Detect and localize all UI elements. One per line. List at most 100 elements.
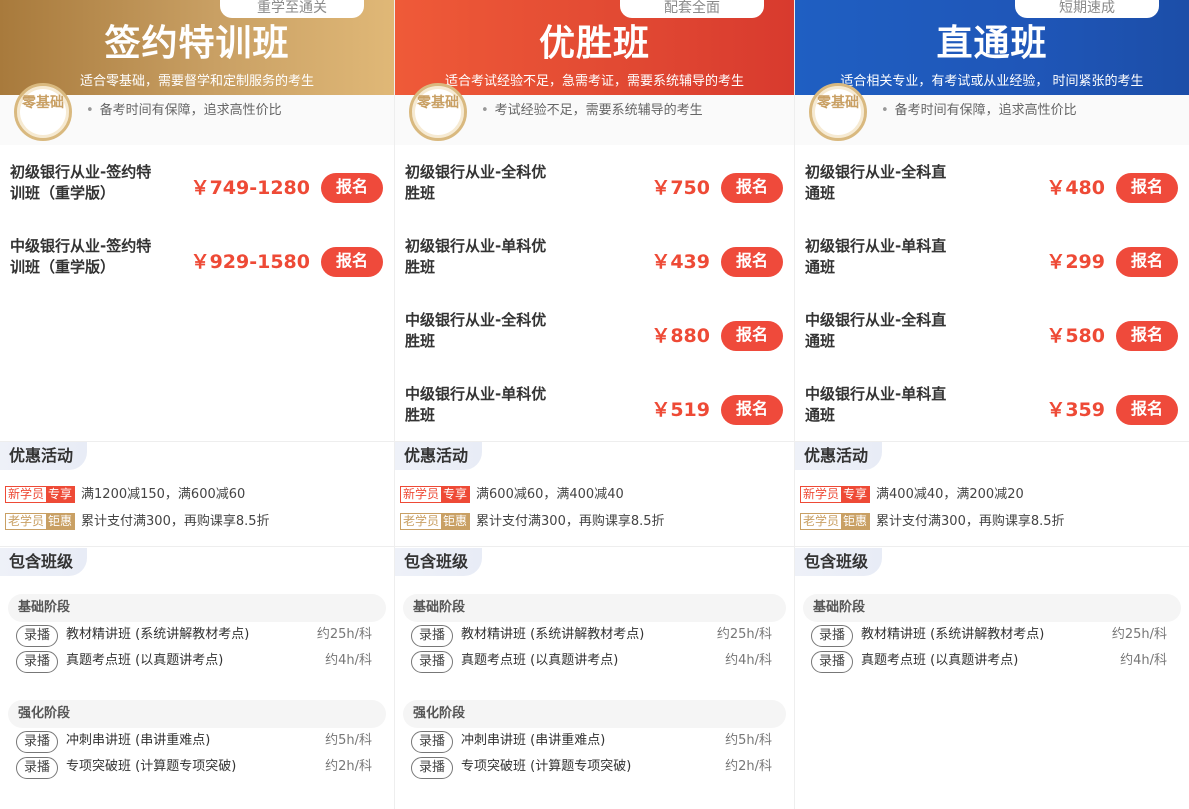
class-item: 录播 真题考点班 (以真题讲考点) 约4h/科 [403,648,786,674]
included-classes: 包含班级 基础阶段 录播 教材精讲班 (系统讲解教材考点) 约25h/科 录播 … [395,548,794,809]
class-name: 真题考点班 (以真题讲考点) [66,653,224,668]
course-price: ￥359 [1046,399,1105,421]
package-ribbon: 重学至通关 [220,0,364,18]
package-intro: 零基础 备考时间有保障，追求高性价比 [795,83,1189,145]
promo-title: 优惠活动 [795,442,883,470]
included-title: 包含班级 [395,548,483,576]
intro-text: 考试经验不足，需要系统辅导的考生 [481,99,703,118]
promo-old-student: 老学员 钜惠 累计支付满300，再购课享8.5折 [400,513,665,531]
class-item: 录播 冲刺串讲班 (串讲重难点) 约5h/科 [8,728,386,754]
class-name: 教材精讲班 (系统讲解教材考点) [66,627,250,642]
class-hours: 约2h/科 [725,759,772,774]
zero-basis-badge-icon: 零基础 [409,83,467,141]
new-student-tag: 新学员 专享 [5,486,76,503]
class-hours: 约25h/科 [316,627,372,642]
course-name: 初级银行从业-签约特训班（重学版） [10,163,152,202]
course-price: ￥750 [651,177,710,199]
included-classes: 包含班级 基础阶段 录播 教材精讲班 (系统讲解教材考点) 约25h/科 录播 … [795,548,1189,809]
recorded-tag: 录播 [16,757,58,779]
stage-group: 强化阶段 录播 冲刺串讲班 (串讲重难点) 约5h/科 录播 专项突破班 (计算… [403,700,786,780]
recorded-tag: 录播 [811,625,853,647]
class-item: 录播 真题考点班 (以真题讲考点) 约4h/科 [803,648,1181,674]
recorded-tag: 录播 [411,651,453,673]
promo-section: 优惠活动 新学员 专享 满600减60，满400减40 老学员 钜惠 累计支付满300，… [395,441,794,547]
course-price: ￥880 [651,325,710,347]
course-list: 初级银行从业-全科直通班 ￥480 报名 初级银行从业-单科直通班 ￥299 报… [795,145,1189,441]
course-price: ￥480 [1046,177,1105,199]
zero-basis-badge-icon: 零基础 [809,83,867,141]
old-student-tag: 老学员 钜惠 [800,513,871,530]
class-item: 录播 冲刺串讲班 (串讲重难点) 约5h/科 [403,728,786,754]
package-intro: 零基础 考试经验不足，需要系统辅导的考生 [395,83,794,145]
class-hours: 约5h/科 [325,733,372,748]
course-price: ￥580 [1046,325,1105,347]
promo-title: 优惠活动 [0,442,88,470]
class-name: 专项突破班 (计算题专项突破) [66,759,237,774]
promo-old-student: 老学员 钜惠 累计支付满300，再购课享8.5折 [5,513,270,531]
signup-button[interactable]: 报名 [321,173,383,203]
recorded-tag: 录播 [16,651,58,673]
course-price: ￥439 [651,251,710,273]
course-list: 初级银行从业-签约特训班（重学版） ￥749-1280 报名 中级银行从业-签约… [0,145,394,441]
signup-button[interactable]: 报名 [1116,247,1178,277]
class-item: 录播 专项突破班 (计算题专项突破) 约2h/科 [403,754,786,780]
class-name: 冲刺串讲班 (串讲重难点) [66,733,211,748]
stage-name: 基础阶段 [403,594,786,622]
class-hours: 约4h/科 [1120,653,1167,668]
course-name: 中级银行从业-全科优胜班 [405,311,547,350]
recorded-tag: 录播 [16,625,58,647]
course-name: 中级银行从业-全科直通班 [805,311,947,350]
class-item: 录播 教材精讲班 (系统讲解教材考点) 约25h/科 [403,622,786,648]
course-name: 中级银行从业-单科直通班 [805,385,947,424]
signup-button[interactable]: 报名 [721,321,783,351]
stage-name: 强化阶段 [8,700,386,728]
package-header: 配套全面 优胜班 适合考试经验不足，急需考证，需要系统辅导的考生 [395,0,794,95]
signup-button[interactable]: 报名 [721,247,783,277]
included-classes: 包含班级 基础阶段 录播 教材精讲班 (系统讲解教材考点) 约25h/科 录播 … [0,548,394,809]
intro-text: 备考时间有保障，追求高性价比 [86,99,282,118]
package-title: 优胜班 [538,23,650,64]
signup-button[interactable]: 报名 [1116,395,1178,425]
package-header: 重学至通关 签约特训班 适合零基础，需要督学和定制服务的考生 [0,0,394,95]
package-title: 签约特训班 [104,23,290,64]
class-item: 录播 教材精讲班 (系统讲解教材考点) 约25h/科 [803,622,1181,648]
class-name: 教材精讲班 (系统讲解教材考点) [461,627,645,642]
signup-button[interactable]: 报名 [1116,321,1178,351]
course-row: 初级银行从业-签约特训班（重学版） ￥749-1280 报名 [0,145,394,219]
class-item: 录播 专项突破班 (计算题专项突破) 约2h/科 [8,754,386,780]
stage-name: 强化阶段 [403,700,786,728]
course-row: 初级银行从业-单科优胜班 ￥439 报名 [395,219,794,293]
old-student-tag: 老学员 钜惠 [5,513,76,530]
promo-new-student: 新学员 专享 满400减40，满200减20 [800,486,1024,504]
course-row: 中级银行从业-全科优胜班 ￥880 报名 [395,293,794,367]
package-title: 直通班 [936,23,1048,64]
class-hours: 约2h/科 [325,759,372,774]
signup-button[interactable]: 报名 [721,173,783,203]
class-hours: 约25h/科 [1111,627,1167,642]
included-title: 包含班级 [795,548,883,576]
course-list: 初级银行从业-全科优胜班 ￥750 报名 初级银行从业-单科优胜班 ￥439 报… [395,145,794,441]
promo-text: 累计支付满300，再购课享8.5折 [876,514,1065,529]
course-row: 初级银行从业-单科直通班 ￥299 报名 [795,219,1189,293]
promo-section: 优惠活动 新学员 专享 满400减40，满200减20 老学员 钜惠 累计支付满300，… [795,441,1189,547]
course-row: 初级银行从业-全科直通班 ￥480 报名 [795,145,1189,219]
signup-button[interactable]: 报名 [721,395,783,425]
class-name: 冲刺串讲班 (串讲重难点) [461,733,606,748]
promo-text: 满400减40，满200减20 [876,487,1024,502]
recorded-tag: 录播 [16,731,58,753]
course-name: 中级银行从业-单科优胜班 [405,385,547,424]
class-hours: 约4h/科 [325,653,372,668]
recorded-tag: 录播 [411,757,453,779]
intro-text: 备考时间有保障，追求高性价比 [881,99,1077,118]
signup-button[interactable]: 报名 [321,247,383,277]
course-row: 初级银行从业-全科优胜班 ￥750 报名 [395,145,794,219]
course-name: 中级银行从业-签约特训班（重学版） [10,237,152,276]
class-hours: 约5h/科 [725,733,772,748]
signup-button[interactable]: 报名 [1116,173,1178,203]
course-name: 初级银行从业-单科直通班 [805,237,947,276]
package-column-premium: 配套全面 优胜班 适合考试经验不足，急需考证，需要系统辅导的考生 零基础 考试经… [395,0,795,809]
promo-section: 优惠活动 新学员 专享 满1200减150，满600减60 老学员 钜惠 累计支付满30… [0,441,394,547]
recorded-tag: 录播 [411,731,453,753]
stage-name: 基础阶段 [803,594,1181,622]
recorded-tag: 录播 [811,651,853,673]
